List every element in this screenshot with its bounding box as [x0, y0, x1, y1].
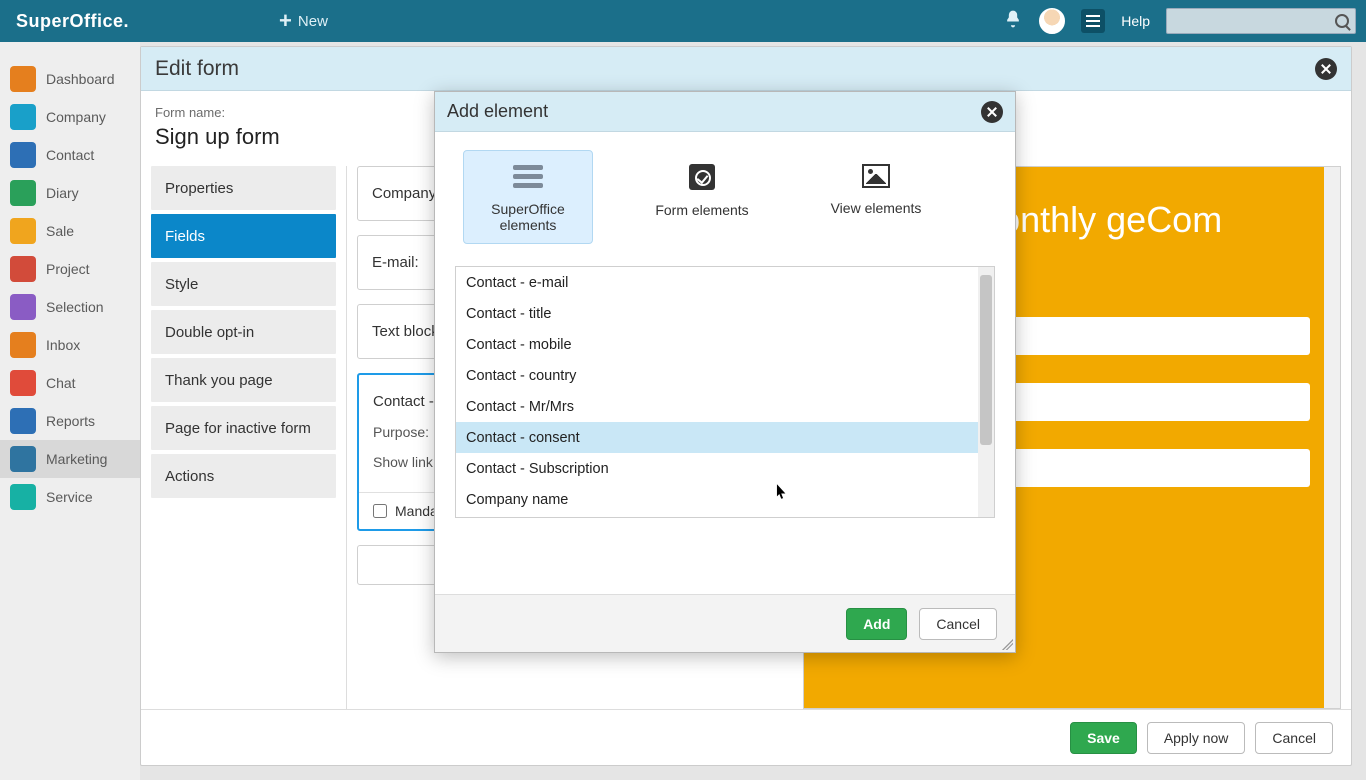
nav-item-project[interactable]: Project — [0, 250, 140, 288]
nav-icon — [10, 294, 36, 320]
nav-icon — [10, 104, 36, 130]
bell-icon[interactable] — [1003, 9, 1023, 34]
apply-now-button[interactable]: Apply now — [1147, 722, 1246, 754]
dialog-body: SuperOffice elements Form elements View el… — [435, 132, 1015, 594]
nav-item-sale[interactable]: Sale — [0, 212, 140, 250]
nav-item-label: Reports — [46, 413, 95, 429]
nav-item-label: Chat — [46, 375, 76, 391]
element-list: Contact - e-mailContact - titleContact -… — [455, 266, 995, 518]
nav-item-label: Dashboard — [46, 71, 115, 87]
modal-title: Edit form — [155, 57, 239, 81]
nav-item-label: Contact — [46, 147, 94, 163]
tab-style[interactable]: Style — [151, 262, 336, 306]
nav-icon — [10, 256, 36, 282]
nav-item-marketing[interactable]: Marketing — [0, 440, 140, 478]
search-icon — [1335, 14, 1349, 28]
nav-item-dashboard[interactable]: Dashboard — [0, 60, 140, 98]
element-item[interactable]: Contact - consent — [456, 422, 978, 453]
nav-item-reports[interactable]: Reports — [0, 402, 140, 440]
nav-item-company[interactable]: Company — [0, 98, 140, 136]
element-item[interactable]: Contact - country — [456, 360, 978, 391]
nav-item-label: Sale — [46, 223, 74, 239]
nav-item-label: Service — [46, 489, 93, 505]
modal-footer: Save Apply now Cancel — [141, 709, 1351, 765]
new-button-label: New — [298, 13, 328, 30]
help-link[interactable]: Help — [1121, 13, 1150, 29]
nav-item-service[interactable]: Service — [0, 478, 140, 516]
nav-icon — [10, 180, 36, 206]
element-item[interactable]: Contact - title — [456, 298, 978, 329]
save-button[interactable]: Save — [1070, 722, 1137, 754]
avatar[interactable] — [1039, 8, 1065, 34]
dialog-footer: Add Cancel — [435, 594, 1015, 652]
element-item[interactable]: Contact - e-mail — [456, 267, 978, 298]
nav-icon — [10, 332, 36, 358]
element-type-label: Form elements — [637, 202, 767, 218]
nav-item-selection[interactable]: Selection — [0, 288, 140, 326]
nav-icon — [10, 484, 36, 510]
nav-icon — [10, 66, 36, 92]
cancel-button[interactable]: Cancel — [1255, 722, 1333, 754]
nav-icon — [10, 408, 36, 434]
add-button[interactable]: Add — [846, 608, 907, 640]
preview-scrollbar[interactable] — [1324, 167, 1340, 708]
tab-fields[interactable]: Fields — [151, 214, 336, 258]
field-label: Text block — [372, 323, 439, 340]
close-icon[interactable] — [1315, 58, 1337, 80]
nav-item-inbox[interactable]: Inbox — [0, 326, 140, 364]
topbar-right: Help — [1003, 8, 1356, 34]
close-icon[interactable] — [981, 101, 1003, 123]
dialog-header: Add element — [435, 92, 1015, 132]
nav-icon — [10, 370, 36, 396]
nav-item-contact[interactable]: Contact — [0, 136, 140, 174]
element-type-tabs: SuperOffice elements Form elements View el… — [463, 150, 995, 244]
dialog-title: Add element — [447, 101, 548, 122]
element-item[interactable]: Contact - Subscription — [456, 453, 978, 484]
nav-item-diary[interactable]: Diary — [0, 174, 140, 212]
search-input[interactable] — [1166, 8, 1356, 34]
mandatory-checkbox[interactable] — [373, 504, 387, 518]
field-label: E-mail: — [372, 254, 419, 271]
nav-item-chat[interactable]: Chat — [0, 364, 140, 402]
resize-handle-icon[interactable] — [999, 636, 1013, 650]
nav-item-label: Selection — [46, 299, 104, 315]
element-list-scrollbar[interactable] — [978, 267, 994, 517]
tab-page-for-inactive-form[interactable]: Page for inactive form — [151, 406, 336, 450]
topbar: SuperOffice. + New Help — [0, 0, 1366, 42]
tab-actions[interactable]: Actions — [151, 454, 336, 498]
app-logo: SuperOffice. — [16, 11, 129, 32]
tab-properties[interactable]: Properties — [151, 166, 336, 210]
plus-icon: + — [279, 10, 292, 32]
nav-item-label: Inbox — [46, 337, 80, 353]
nav-icon — [10, 446, 36, 472]
nav-icon — [10, 218, 36, 244]
nav-item-label: Company — [46, 109, 106, 125]
tab-double-opt-in[interactable]: Double opt-in — [151, 310, 336, 354]
nav-item-label: Marketing — [46, 451, 107, 467]
dialog-cancel-button[interactable]: Cancel — [919, 608, 997, 640]
new-button[interactable]: + New — [279, 10, 328, 32]
element-type-label: SuperOffice elements — [464, 201, 592, 233]
element-item[interactable]: Company name — [456, 484, 978, 515]
nav-item-label: Diary — [46, 185, 79, 201]
nav-item-label: Project — [46, 261, 90, 277]
scrollbar-thumb[interactable] — [980, 275, 992, 445]
menu-icon[interactable] — [1081, 9, 1105, 33]
element-type-superoffice-elements[interactable]: SuperOffice elements — [463, 150, 593, 244]
add-element-dialog: Add element SuperOffice elements Form ele… — [434, 91, 1016, 653]
tab-thank-you-page[interactable]: Thank you page — [151, 358, 336, 402]
element-item[interactable]: Contact - Mr/Mrs — [456, 391, 978, 422]
nav-icon — [10, 142, 36, 168]
element-item[interactable]: Contact - mobile — [456, 329, 978, 360]
left-nav: Dashboard Company Contact Diary Sale Pro… — [0, 42, 140, 780]
element-type-form-elements[interactable]: Form elements — [637, 150, 767, 244]
element-type-view-elements[interactable]: View elements — [811, 150, 941, 244]
element-type-label: View elements — [811, 200, 941, 216]
side-tabs: PropertiesFieldsStyleDouble opt-inThank … — [151, 166, 347, 709]
modal-header: Edit form — [141, 47, 1351, 91]
